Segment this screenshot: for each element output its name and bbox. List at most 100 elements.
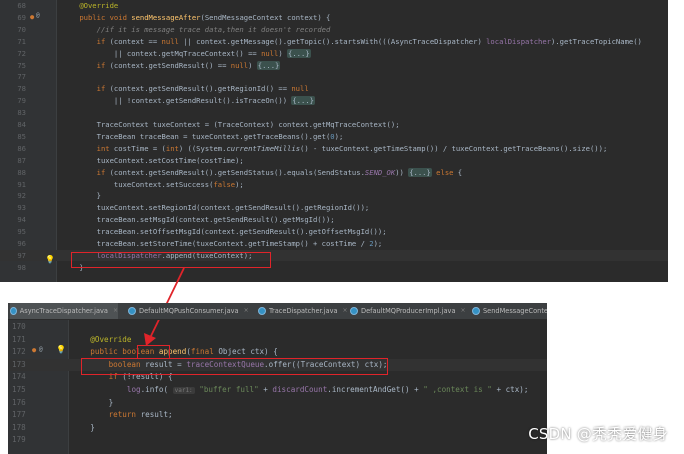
code-line[interactable]: 91 tuxeContext.setSuccess(false); (0, 179, 668, 190)
code-line[interactable]: 72 || context.getMqTraceContext() == nul… (0, 48, 668, 59)
line-number: 78 (17, 84, 26, 94)
close-icon[interactable]: × (113, 303, 118, 319)
code-line[interactable]: 173 boolean result = traceContextQueue.o… (8, 358, 547, 372)
code-text: traceBean.setMsgId(context.getSendResult… (62, 215, 335, 225)
code-line[interactable]: 178 } (8, 422, 547, 435)
code-line[interactable]: 84 TraceContext tuxeContext = (TraceCont… (0, 119, 668, 130)
java-class-icon (350, 307, 358, 315)
code-line[interactable]: 98 } (0, 262, 668, 273)
fold-marker-icon[interactable]: @ (39, 346, 43, 353)
code-text: public void sendMessageAfter(SendMessage… (79, 12, 331, 22)
override-method-icon[interactable]: ● (32, 346, 36, 354)
code-line[interactable]: 79 || !context.getSendResult().isTraceOn… (0, 95, 668, 106)
java-class-icon (128, 307, 136, 315)
line-number: 176 (12, 397, 26, 407)
java-class-icon (10, 307, 17, 315)
code-text: public boolean append(final Object ctx) … (90, 347, 278, 357)
tab-defaultmqpushconsumer[interactable]: DefaultMQPushConsumer.java × (128, 303, 249, 319)
code-line[interactable]: 77 (0, 71, 668, 82)
tab-tracedispatcher[interactable]: TraceDispatcher.java × (258, 303, 348, 319)
line-number: 77 (17, 72, 26, 82)
line-number: 75 (17, 60, 26, 70)
code-text: tuxeContext.setCostTime(costTime); (62, 155, 244, 165)
code-line[interactable]: 171 @Override (8, 334, 547, 347)
code-line[interactable]: 71 if (context == null || context.getMes… (0, 36, 668, 47)
code-line[interactable]: 85 TraceBean traceBean = tuxeContext.get… (0, 131, 668, 142)
line-number: 72 (17, 48, 26, 58)
code-line[interactable]: 68 @Override (0, 0, 668, 11)
line-number: 178 (12, 422, 26, 432)
code-line[interactable]: 69 public void sendMessageAfter(SendMess… (0, 12, 668, 23)
code-text: TraceBean traceBean = tuxeContext.getTra… (62, 131, 344, 141)
tab-sendmessagecontext[interactable]: SendMessageContex (472, 303, 547, 319)
code-text: } (62, 191, 101, 201)
code-line[interactable]: 175 log.info( var1: "buffer full" + disc… (8, 384, 547, 397)
fold-marker-icon[interactable]: @ (36, 12, 40, 19)
line-number: 172 (12, 347, 26, 357)
code-text: if (context == null || context.getMessag… (96, 36, 642, 46)
code-line[interactable]: 87 tuxeContext.setCostTime(costTime); (0, 155, 668, 166)
line-number: 83 (17, 108, 26, 118)
line-number: 97 (17, 250, 26, 260)
code-line[interactable]: 70 //if it is message trace data,then it… (0, 24, 668, 35)
line-number: 174 (12, 372, 26, 382)
code-line[interactable]: 179 (8, 434, 547, 447)
code-line[interactable]: 83 (0, 107, 668, 118)
code-line[interactable]: 170 (8, 321, 547, 334)
code-text: if (context.getSendResult() == null) {..… (96, 60, 281, 70)
code-line[interactable]: 92 } (0, 190, 668, 201)
code-line[interactable]: 174 if (!result) { (8, 371, 547, 384)
code-text: tuxeContext.setSuccess(false); (62, 179, 244, 189)
code-text: || context.getMqTraceContext() == null) … (62, 48, 311, 58)
line-number: 68 (17, 1, 26, 10)
line-number: 70 (17, 24, 26, 34)
tab-asynctracedispatcher[interactable]: AsyncTraceDispatcher.java × (10, 303, 118, 319)
line-number: 96 (17, 239, 26, 248)
java-class-icon (258, 307, 266, 315)
watermark: CSDN @秃秃爱健身 (528, 425, 668, 443)
code-text: int costTime = (int) ((System.currentTim… (96, 143, 608, 153)
close-icon[interactable]: × (343, 303, 348, 319)
code-line[interactable]: 177 return result; (8, 409, 547, 422)
code-line[interactable]: 94 traceBean.setMsgId(context.getSendRes… (0, 214, 668, 225)
line-number: 173 (12, 359, 26, 369)
override-method-icon[interactable]: ● (30, 13, 34, 21)
line-number: 84 (17, 120, 26, 129)
tab-label: DefaultMQPushConsumer.java (139, 307, 239, 315)
line-number: 171 (12, 334, 26, 344)
line-number: 69 (17, 12, 26, 22)
tab-label: AsyncTraceDispatcher.java (19, 307, 108, 315)
close-icon[interactable]: × (461, 303, 466, 319)
code-text: return result; (108, 410, 173, 420)
line-number: 88 (17, 167, 26, 177)
code-line[interactable]: 93 tuxeContext.setRegionId(context.getSe… (0, 202, 668, 213)
code-text: log.info( var1: "buffer full" + discardC… (126, 385, 529, 394)
top-code-editor[interactable]: 68 @Override 69 public void sendMessageAf… (0, 0, 668, 282)
code-line[interactable]: 97 localDispatcher.append(tuxeContext); (0, 249, 668, 261)
code-text: //if it is message trace data,then it do… (96, 24, 331, 34)
code-text: if (context.getSendResult().getRegionId(… (96, 84, 309, 94)
line-number: 79 (17, 96, 26, 106)
code-line[interactable]: 176 } (8, 397, 547, 410)
code-line[interactable]: 86 int costTime = (int) ((System.current… (0, 143, 668, 154)
code-line[interactable]: 172 public boolean append(final Object c… (8, 346, 547, 359)
code-text: @Override (79, 1, 119, 10)
code-line[interactable]: 96 traceBean.setStoreTime(tuxeContext.ge… (0, 238, 668, 249)
code-text: } (72, 397, 114, 407)
line-number: 91 (17, 179, 26, 189)
code-line[interactable]: 75 if (context.getSendResult() == null) … (0, 60, 668, 71)
code-text: || !context.getSendResult().isTraceOn())… (62, 96, 315, 106)
code-text: if (context.getSendResult().getSendStatu… (96, 167, 463, 177)
code-line[interactable]: 78 if (context.getSendResult().getRegion… (0, 83, 668, 94)
line-number: 92 (17, 191, 26, 201)
code-text: tuxeContext.setRegionId(context.getSendR… (62, 203, 370, 213)
line-number: 179 (12, 435, 26, 445)
lightbulb-icon[interactable]: 💡 (45, 255, 55, 264)
code-line[interactable]: 95 traceBean.setOffsetMsgId(context.getS… (0, 226, 668, 237)
close-icon[interactable]: × (244, 303, 249, 319)
bottom-code-editor[interactable]: 170 171 @Override 172 public boolean appen… (8, 303, 547, 454)
code-line[interactable]: 88 if (context.getSendResult().getSendSt… (0, 167, 668, 178)
lightbulb-icon[interactable]: 💡 (56, 345, 66, 354)
tab-defaultmqproducerimpl[interactable]: DefaultMQProducerImpl.java × (350, 303, 466, 319)
line-number: 170 (12, 322, 26, 331)
